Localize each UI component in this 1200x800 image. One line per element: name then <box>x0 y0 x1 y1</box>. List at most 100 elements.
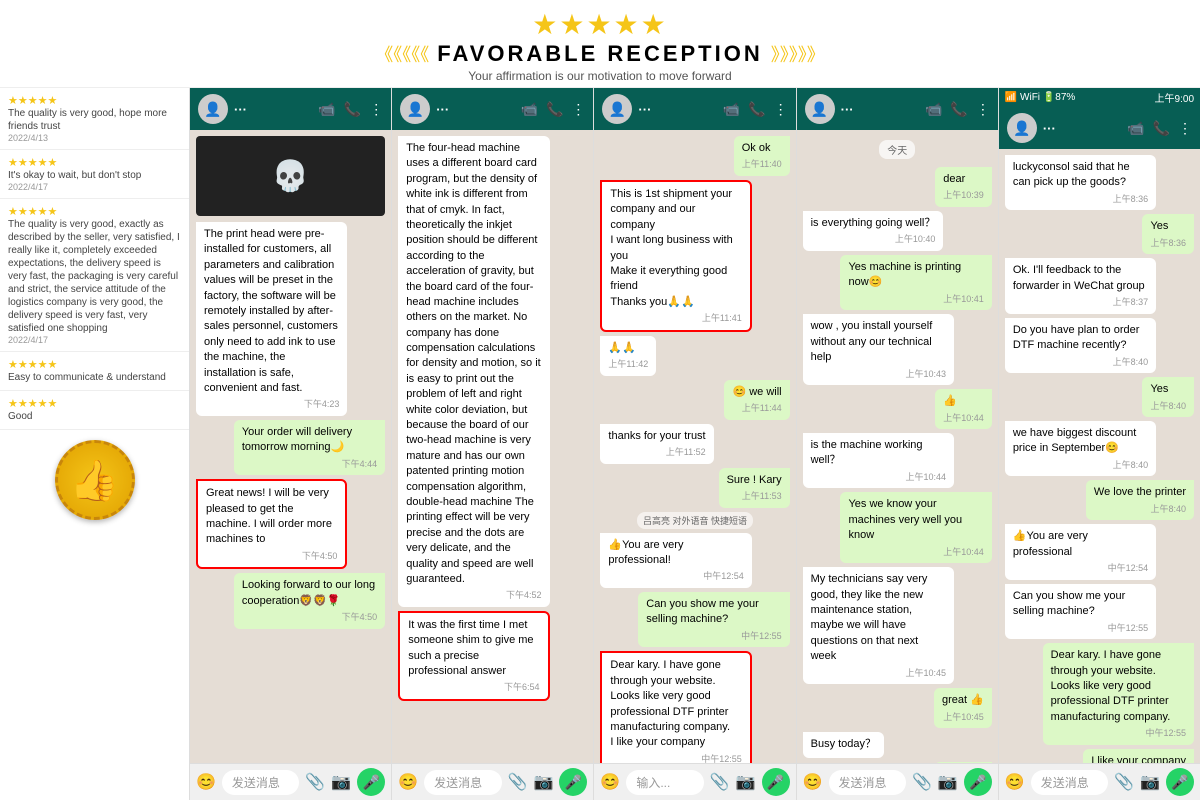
call-icon-1[interactable]: 📞 <box>344 101 361 118</box>
send-button-3[interactable]: 🎤 <box>762 768 790 796</box>
message-bubble: 👍You are very professional中午12:54 <box>1005 524 1156 579</box>
chat-body-2: The four-head machine uses a different b… <box>392 130 593 763</box>
video-icon-1[interactable]: 📹 <box>318 101 335 118</box>
avatar-5: 👤 <box>1007 113 1037 143</box>
chat-footer-3: 😊 输入... 📎 📷 🎤 <box>594 763 795 800</box>
status-bar-5: 📶 WiFi 🔋87% 上午9:00 <box>999 88 1200 107</box>
call-icon-2[interactable]: 📞 <box>546 101 563 118</box>
message-input-2[interactable]: 发送消息 <box>424 770 501 795</box>
message-bubble: Dear kary. I have gone through your webs… <box>1043 643 1194 745</box>
camera-icon-4[interactable]: 📷 <box>938 772 958 792</box>
review-stars: ★★★★★ <box>8 397 181 410</box>
message-bubble: 🙏🙏上午11:42 <box>600 336 656 376</box>
send-button-5[interactable]: 🎤 <box>1166 768 1194 796</box>
review-stars: ★★★★★ <box>8 358 181 371</box>
chat-name-2: ··· <box>436 102 514 117</box>
message-bubble: 👍You are very professional!中午12:54 <box>600 533 751 588</box>
message-bubble: Yes上午8:40 <box>1142 377 1194 417</box>
chat-header-4: 👤 ··· 📹 📞 ⋮ <box>797 88 998 130</box>
camera-icon-2[interactable]: 📷 <box>533 772 553 792</box>
header-subtitle: Your affirmation is our motivation to mo… <box>0 69 1200 83</box>
attach-icon-2[interactable]: 📎 <box>508 772 528 792</box>
chat-name-4: ··· <box>841 102 919 117</box>
chat-name-3: ··· <box>638 102 716 117</box>
chat-footer-1: 😊 发送消息 📎 📷 🎤 <box>190 763 391 800</box>
chat-footer-4: 😊 发送消息 📎 📷 🎤 <box>797 763 998 800</box>
review-date: 2022/4/17 <box>8 182 181 192</box>
camera-icon-5[interactable]: 📷 <box>1140 772 1160 792</box>
message-bubble: Sure ! Kary上午11:53 <box>719 468 790 508</box>
message-bubble: Great news! I will be very pleased to ge… <box>196 479 347 569</box>
emoji-icon-5[interactable]: 😊 <box>1005 772 1025 792</box>
review-stars: ★★★★★ <box>8 205 181 218</box>
chat-body-5: luckyconsol said that he can pick up the… <box>999 149 1200 763</box>
message-bubble: Yes we know your machines very well you … <box>840 492 991 563</box>
call-icon-4[interactable]: 📞 <box>950 101 967 118</box>
send-button-4[interactable]: 🎤 <box>964 768 992 796</box>
avatar-2: 👤 <box>400 94 430 124</box>
attach-icon-1[interactable]: 📎 <box>305 772 325 792</box>
attach-icon-3[interactable]: 📎 <box>710 772 730 792</box>
emoji-icon-2[interactable]: 😊 <box>398 772 418 792</box>
video-icon-3[interactable]: 📹 <box>723 101 740 118</box>
review-item: ★★★★★ The quality is very good, exactly … <box>0 199 189 352</box>
message-bubble: is the machine working well？上午10:44 <box>803 433 954 488</box>
message-bubble: dear上午10:39 <box>935 167 992 207</box>
emoji-icon-1[interactable]: 😊 <box>196 772 216 792</box>
menu-icon-3[interactable]: ⋮ <box>774 101 788 118</box>
chat-footer-2: 😊 发送消息 📎 📷 🎤 <box>392 763 593 800</box>
send-button-2[interactable]: 🎤 <box>559 768 587 796</box>
chat-icons-4: 📹 📞 ⋮ <box>925 101 990 118</box>
menu-icon-2[interactable]: ⋮ <box>571 101 585 118</box>
message-bubble: It was the first time I met someone shim… <box>398 611 549 701</box>
video-icon-5[interactable]: 📹 <box>1127 120 1144 137</box>
camera-icon-3[interactable]: 📷 <box>736 772 756 792</box>
right-chevrons: 》》》》》 <box>771 41 825 67</box>
review-text: Good <box>8 410 181 423</box>
message-input-5[interactable]: 发送消息 <box>1031 770 1108 795</box>
review-text: The quality is very good, exactly as des… <box>8 218 181 335</box>
emoji-icon-3[interactable]: 😊 <box>600 772 620 792</box>
send-button-1[interactable]: 🎤 <box>357 768 385 796</box>
chat-icons-1: 📹 📞 ⋮ <box>318 101 383 118</box>
message-bubble: Your order will delivery tomorrow mornin… <box>234 420 385 475</box>
call-icon-3[interactable]: 📞 <box>748 101 765 118</box>
message-bubble: great 👍上午10:45 <box>934 688 992 728</box>
message-input-3[interactable]: 输入... <box>626 770 703 795</box>
message-bubble: Can you show me your selling machine?中午1… <box>638 592 789 647</box>
message-bubble: Yes上午8:36 <box>1142 214 1194 254</box>
chat-body-1: 💀 The print head were pre-installed for … <box>190 130 391 763</box>
message-bubble: we have biggest discount price in Septem… <box>1005 421 1156 476</box>
attach-icon-4[interactable]: 📎 <box>912 772 932 792</box>
message-bubble: Busy today？ <box>803 732 884 757</box>
message-bubble: Dear kary. I have gone through your webs… <box>600 651 751 763</box>
menu-icon-4[interactable]: ⋮ <box>976 101 990 118</box>
review-item: ★★★★★ It's okay to wait, but don't stop … <box>0 150 189 199</box>
menu-icon-1[interactable]: ⋮ <box>369 101 383 118</box>
message-bubble: I like your company中午12:55 <box>1083 749 1194 763</box>
chat-header-1: 👤 ··· 📹 📞 ⋮ <box>190 88 391 130</box>
video-icon-2[interactable]: 📹 <box>521 101 538 118</box>
chat-panel-3: 👤 ··· 📹 📞 ⋮ Ok ok上午11:40This is 1st ship… <box>594 88 796 800</box>
camera-icon-1[interactable]: 📷 <box>331 772 351 792</box>
review-text: Easy to communicate & understand <box>8 371 181 384</box>
menu-icon-5[interactable]: ⋮ <box>1178 120 1192 137</box>
attach-icon-5[interactable]: 📎 <box>1114 772 1134 792</box>
message-bubble: Ok ok上午11:40 <box>734 136 790 176</box>
video-icon-4[interactable]: 📹 <box>925 101 942 118</box>
message-bubble: not busy <box>934 762 992 763</box>
message-bubble: 😊 we will上午11:44 <box>724 380 789 420</box>
call-icon-5[interactable]: 📞 <box>1153 120 1170 137</box>
message-input-1[interactable]: 发送消息 <box>222 770 299 795</box>
avatar-4: 👤 <box>805 94 835 124</box>
review-date: 2022/4/17 <box>8 335 181 345</box>
message-bubble: luckyconsol said that he can pick up the… <box>1005 155 1156 210</box>
chat-icons-3: 📹 📞 ⋮ <box>723 101 788 118</box>
system-message: 吕高亮 对外语音 快捷短语 <box>637 512 753 529</box>
chat-panel-4: 👤 ··· 📹 📞 ⋮ 今天dear上午10:39is everything g… <box>797 88 999 800</box>
emoji-icon-4[interactable]: 😊 <box>803 772 823 792</box>
chat-body-3: Ok ok上午11:40This is 1st shipment your co… <box>594 130 795 763</box>
header-title: FAVORABLE RECEPTION <box>437 41 763 67</box>
message-input-4[interactable]: 发送消息 <box>829 770 906 795</box>
chat-image-1: 💀 <box>196 136 385 216</box>
